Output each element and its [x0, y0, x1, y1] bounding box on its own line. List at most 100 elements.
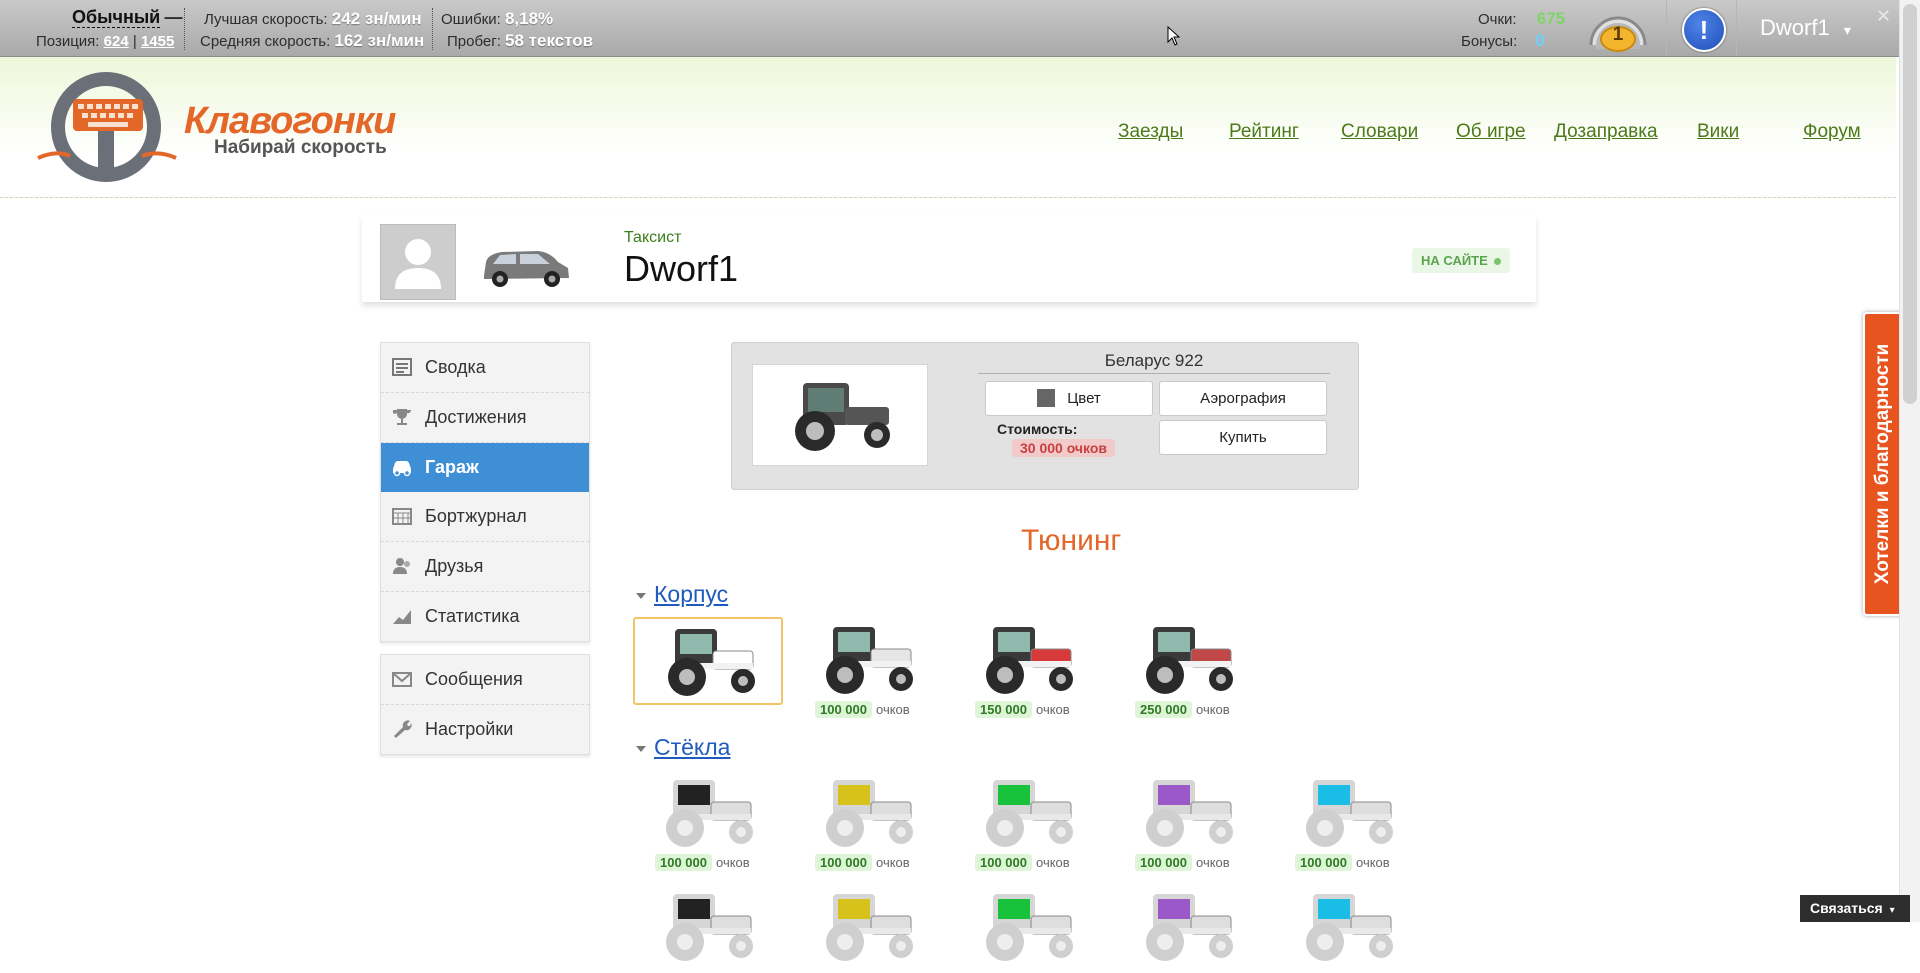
- tractor-image: [986, 780, 1073, 847]
- tuning-option[interactable]: [953, 884, 1099, 968]
- nav-dictionaries[interactable]: Словари: [1341, 121, 1418, 143]
- user-menu[interactable]: Dworf1 ▾: [1760, 15, 1851, 41]
- avatar[interactable]: [380, 224, 456, 300]
- color-swatch: [1037, 388, 1056, 407]
- position-value-link[interactable]: 624: [104, 33, 129, 50]
- price-value: 250 000: [1135, 701, 1192, 718]
- points-label: Очки:: [1478, 11, 1517, 28]
- tractor-image: [826, 780, 913, 847]
- nav-forum[interactable]: Форум: [1803, 121, 1861, 143]
- tuning-option[interactable]: [953, 770, 1099, 854]
- position-total-link[interactable]: 1455: [141, 33, 174, 50]
- menu-item-label: Гараж: [425, 457, 479, 477]
- chart-icon: [393, 610, 411, 624]
- tractor-image: [666, 780, 753, 847]
- wishes-feedback-label: Хотелки и благодарности: [1872, 343, 1893, 585]
- nav-rating[interactable]: Рейтинг: [1229, 121, 1299, 143]
- exclamation-icon: !: [1699, 15, 1709, 45]
- errors-label: Ошибки:: [441, 11, 501, 28]
- menu-item-label: Сообщения: [425, 669, 523, 689]
- tuning-title: Тюнинг: [1021, 524, 1122, 557]
- notifications-button[interactable]: !: [1682, 8, 1726, 52]
- calendar-icon: [392, 508, 412, 525]
- position-info: Позиция: 624 | 1455: [36, 33, 174, 50]
- avg-speed-value: 162 зн/мин: [334, 31, 425, 50]
- tuning-option[interactable]: [1113, 770, 1259, 854]
- tractor-image: [668, 629, 755, 696]
- menu-item-statistics[interactable]: Статистика: [381, 592, 589, 641]
- user-menu-name[interactable]: Dworf1: [1760, 15, 1830, 40]
- price-value: 150 000: [975, 701, 1032, 718]
- mode-dash: —: [164, 7, 183, 27]
- section-title-body[interactable]: Корпус: [654, 581, 728, 607]
- stats-divider: [184, 8, 185, 50]
- section-glass-toggle[interactable]: Стёкла: [636, 734, 730, 761]
- mode-selector[interactable]: Обычный —: [72, 7, 182, 28]
- tuning-option[interactable]: [1273, 770, 1419, 854]
- online-status-badge: НА САЙТЕ: [1412, 248, 1510, 273]
- tuning-option[interactable]: [1113, 884, 1259, 968]
- best-speed: Лучшая скорость: 242 зн/мин: [204, 9, 422, 29]
- friends-icon: [393, 558, 410, 574]
- nav-about[interactable]: Об игре: [1456, 121, 1526, 143]
- level-badge[interactable]: 1: [1587, 5, 1649, 53]
- tuning-price: 100 000 очков: [815, 854, 910, 871]
- cost-label: Стоимость:: [997, 421, 1078, 437]
- bonuses-value: 0: [1535, 31, 1545, 50]
- nav-refuel[interactable]: Дозаправка: [1554, 121, 1658, 143]
- price-value: 100 000: [655, 854, 712, 871]
- nav-races[interactable]: Заезды: [1118, 121, 1183, 143]
- tuning-option[interactable]: [633, 884, 779, 968]
- scrollbar-thumb[interactable]: [1903, 4, 1917, 404]
- chevron-down-icon[interactable]: ▾: [1844, 22, 1851, 38]
- menu-item-summary[interactable]: Сводка: [381, 343, 589, 393]
- menu-item-achievements[interactable]: Достижения: [381, 393, 589, 443]
- tuning-price: 100 000 очков: [655, 854, 750, 871]
- price-value: 100 000: [975, 854, 1032, 871]
- menu-item-label: Бортжурнал: [425, 506, 527, 526]
- section-body-toggle[interactable]: Корпус: [636, 581, 728, 608]
- wishes-feedback-tab[interactable]: Хотелки и благодарности: [1863, 312, 1903, 616]
- airbrush-button[interactable]: Аэрография: [1159, 381, 1327, 416]
- price-unit: очков: [1196, 702, 1230, 717]
- tuning-option[interactable]: [793, 617, 939, 701]
- menu-item-friends[interactable]: Друзья: [381, 542, 589, 592]
- close-icon[interactable]: ✕: [1876, 6, 1891, 27]
- price-value: 100 000: [815, 854, 872, 871]
- menu-item-logbook[interactable]: Бортжурнал: [381, 492, 589, 542]
- caret-down-icon: [636, 592, 646, 599]
- profile-username: Dworf1: [624, 248, 739, 289]
- buy-button[interactable]: Купить: [1159, 420, 1327, 455]
- menu-item-garage[interactable]: Гараж: [381, 443, 589, 492]
- tuning-option[interactable]: [793, 884, 939, 968]
- tuning-price: 250 000 очков: [1135, 701, 1230, 718]
- tuning-option[interactable]: [1113, 617, 1259, 701]
- race-mode[interactable]: Обычный: [72, 7, 161, 28]
- user-car-icon[interactable]: [480, 246, 572, 292]
- menu-item-settings[interactable]: Настройки: [381, 705, 589, 754]
- contact-button-label: Связаться: [1810, 900, 1883, 916]
- page-scrollbar[interactable]: [1899, 0, 1920, 922]
- nav-wiki[interactable]: Вики: [1697, 121, 1739, 143]
- steering-wheel-logo-icon: [37, 72, 177, 182]
- menu-item-label: Достижения: [425, 407, 527, 427]
- tractor-image: [826, 894, 913, 961]
- contact-button[interactable]: Связаться ▾: [1800, 895, 1910, 922]
- car-name: Беларус 922: [978, 351, 1330, 374]
- caret-down-icon: [636, 745, 646, 752]
- tractor-image: [795, 383, 890, 451]
- menu-item-messages[interactable]: Сообщения: [381, 655, 589, 705]
- tuning-option[interactable]: [1273, 884, 1419, 968]
- bonuses: Бонусы: 0: [1461, 31, 1545, 51]
- color-button[interactable]: Цвет: [985, 381, 1153, 416]
- tuning-option[interactable]: [953, 617, 1099, 701]
- mileage-value: 58 текстов: [505, 31, 594, 50]
- price-value: 100 000: [815, 701, 872, 718]
- price-unit: очков: [876, 855, 910, 870]
- tuning-option[interactable]: [633, 770, 779, 854]
- avg-speed: Средняя скорость: 162 зн/мин: [200, 31, 424, 51]
- section-title-glass[interactable]: Стёкла: [654, 734, 730, 760]
- tuning-option[interactable]: [793, 770, 939, 854]
- tuning-option[interactable]: [633, 617, 783, 705]
- tuning-price: 100 000 очков: [975, 854, 1070, 871]
